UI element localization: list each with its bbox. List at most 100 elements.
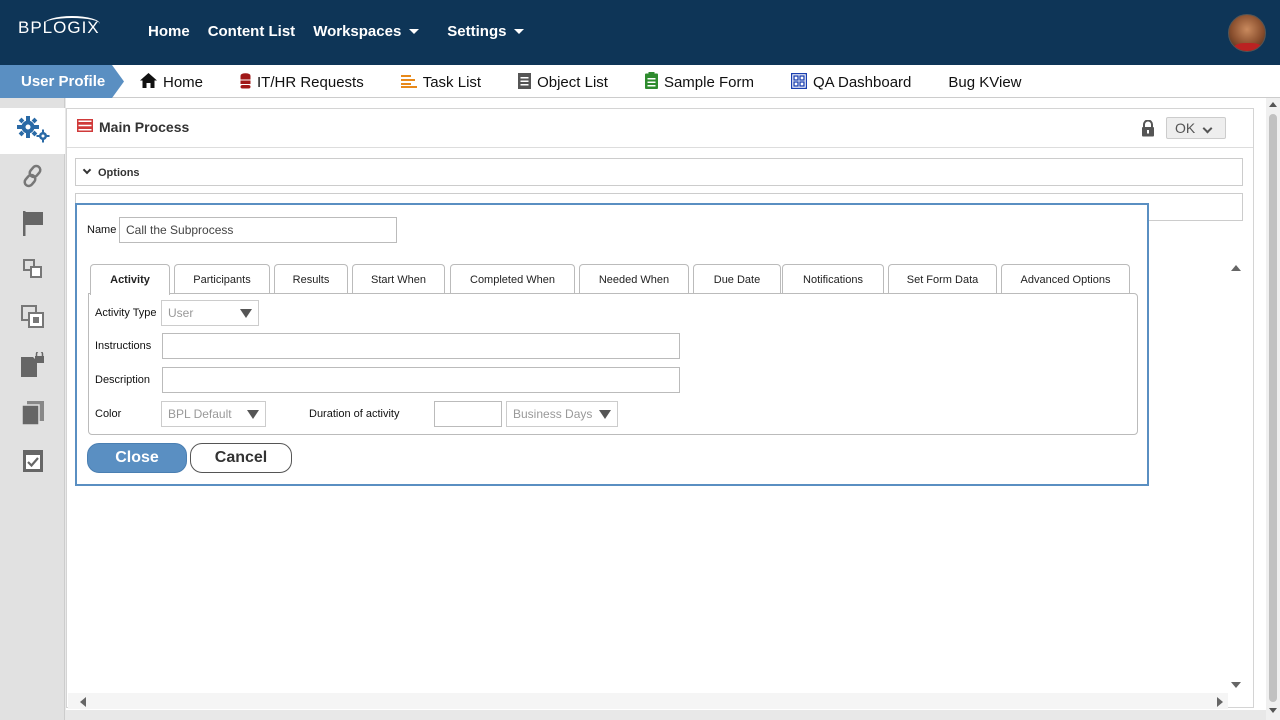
nav-settings[interactable]: Settings	[447, 23, 525, 40]
dropdown-arrow-icon	[599, 410, 611, 419]
sidebar-subprocess[interactable]	[0, 248, 65, 294]
avatar-shirt	[1233, 43, 1263, 51]
quick-links-bar: User Profile Home IT/HR Requests Task Li…	[0, 65, 1280, 98]
canvas-scroll-left-arrow[interactable]	[80, 697, 86, 707]
canvas-scroll-up-arrow[interactable]	[1231, 265, 1241, 271]
sidebar-locked-document[interactable]	[0, 344, 65, 390]
instructions-input[interactable]	[162, 333, 680, 359]
activity-type-value: User	[168, 306, 194, 320]
tab-due-date[interactable]: Due Date	[693, 264, 781, 294]
ok-label: OK	[1175, 120, 1196, 136]
flag-icon	[22, 210, 44, 241]
link-home[interactable]: Home	[140, 72, 203, 93]
user-profile-tab[interactable]: User Profile	[0, 65, 124, 98]
color-select[interactable]: BPL Default	[161, 401, 266, 427]
caret-down-icon	[409, 29, 420, 34]
quick-links: Home IT/HR Requests Task List Object Lis…	[140, 72, 1059, 93]
activity-type-select[interactable]: User	[161, 300, 259, 326]
tab-completed-when[interactable]: Completed When	[450, 264, 575, 294]
sidebar-flag[interactable]	[0, 202, 65, 248]
color-label: Color	[95, 408, 122, 420]
description-label: Description	[95, 374, 151, 386]
nav-content-list[interactable]: Content List	[208, 23, 296, 40]
link-task-list-label: Task List	[422, 74, 482, 91]
duration-input[interactable]	[434, 401, 502, 427]
tab-set-form-data[interactable]: Set Form Data	[888, 264, 997, 294]
chevron-down-icon	[1202, 123, 1213, 134]
tab-notifications[interactable]: Notifications	[782, 264, 884, 294]
canvas-scroll-down-arrow[interactable]	[1231, 682, 1241, 688]
tab-participants[interactable]: Participants	[174, 264, 270, 294]
sidebar-documents[interactable]	[0, 392, 65, 438]
nav-workspaces-label: Workspaces	[313, 23, 402, 40]
link-home-label: Home	[163, 74, 204, 91]
nav-home[interactable]: Home	[148, 23, 190, 40]
cancel-button[interactable]: Cancel	[190, 443, 292, 473]
duration-unit-select[interactable]: Business Days	[506, 401, 618, 427]
link-icon	[22, 164, 44, 193]
options-label: Options	[98, 167, 140, 179]
link-object-list-label: Object List	[537, 74, 608, 91]
sidebar-gears[interactable]	[0, 108, 65, 154]
main-process-title: Main Process	[77, 119, 189, 135]
list-icon	[400, 74, 417, 92]
description-input[interactable]	[162, 367, 680, 393]
tab-needed-when[interactable]: Needed When	[579, 264, 689, 294]
duration-label: Duration of activity	[309, 408, 400, 420]
sidebar-copy[interactable]	[0, 296, 65, 342]
dashboard-icon	[790, 72, 808, 93]
nav-home-label: Home	[148, 23, 190, 40]
main-process-label: Main Process	[99, 119, 190, 135]
tab-start-when[interactable]: Start When	[352, 264, 445, 294]
home-icon	[140, 73, 157, 92]
close-button[interactable]: Close	[87, 443, 187, 473]
nav-content-list-label: Content List	[207, 23, 296, 40]
form-icon	[644, 72, 658, 93]
instructions-label: Instructions	[95, 340, 152, 352]
tab-advanced-options[interactable]: Advanced Options	[1001, 264, 1130, 294]
scrollbar-thumb[interactable]	[1269, 114, 1277, 702]
link-bug-kview-label: Bug KView	[948, 74, 1022, 91]
caret-down-icon	[514, 29, 525, 34]
subprocess-icon	[22, 258, 43, 284]
nav-workspaces[interactable]: Workspaces	[313, 23, 420, 40]
name-input[interactable]: Call the Subprocess	[119, 217, 397, 243]
locked-document-icon	[20, 349, 46, 383]
gears-icon	[16, 115, 50, 148]
sidebar-checklist[interactable]	[0, 440, 65, 486]
scroll-up-arrow[interactable]	[1269, 102, 1277, 107]
link-sample-form-label: Sample Form	[663, 74, 754, 91]
tab-results[interactable]: Results	[274, 264, 348, 294]
ok-dropdown-button[interactable]: OK	[1166, 117, 1226, 139]
chevron-down-icon	[82, 165, 92, 175]
scroll-down-arrow[interactable]	[1269, 708, 1277, 713]
header-divider	[67, 147, 1253, 148]
user-avatar[interactable]	[1228, 14, 1266, 52]
checklist-icon	[22, 449, 44, 478]
canvas-scroll-right-arrow[interactable]	[1217, 697, 1223, 707]
sidebar-link[interactable]	[0, 155, 65, 201]
link-qa-dashboard[interactable]: QA Dashboard	[790, 72, 912, 93]
dropdown-arrow-icon	[240, 309, 252, 318]
workflow-tool-sidebar	[0, 98, 65, 720]
canvas-horizontal-scrollbar[interactable]	[68, 693, 1228, 709]
link-qa-dashboard-label: QA Dashboard	[812, 74, 912, 91]
activity-tab-panel: Activity Type User Instructions Descript…	[88, 293, 1138, 435]
activity-properties-dialog: Name Call the Subprocess Activity Partic…	[75, 203, 1149, 486]
link-it-hr-requests[interactable]: IT/HR Requests	[240, 72, 364, 93]
page-vertical-scrollbar[interactable]	[1266, 98, 1280, 720]
lock-icon[interactable]	[1141, 119, 1155, 142]
copy-icon	[20, 304, 45, 334]
tab-activity[interactable]: Activity	[90, 264, 170, 295]
options-section-toggle[interactable]: Options	[75, 158, 1243, 186]
link-bug-kview[interactable]: Bug KView	[948, 72, 1021, 93]
database-icon	[240, 72, 251, 93]
color-value: BPL Default	[168, 407, 232, 421]
top-nav: Home Content List Workspaces Settings	[148, 23, 542, 40]
link-object-list[interactable]: Object List	[518, 72, 608, 93]
link-task-list[interactable]: Task List	[400, 72, 482, 93]
link-sample-form[interactable]: Sample Form	[644, 72, 754, 93]
process-icon	[77, 119, 93, 135]
dropdown-arrow-icon	[247, 410, 259, 419]
top-navbar: BPLOGIX Home Content List Workspaces Set…	[0, 0, 1280, 65]
